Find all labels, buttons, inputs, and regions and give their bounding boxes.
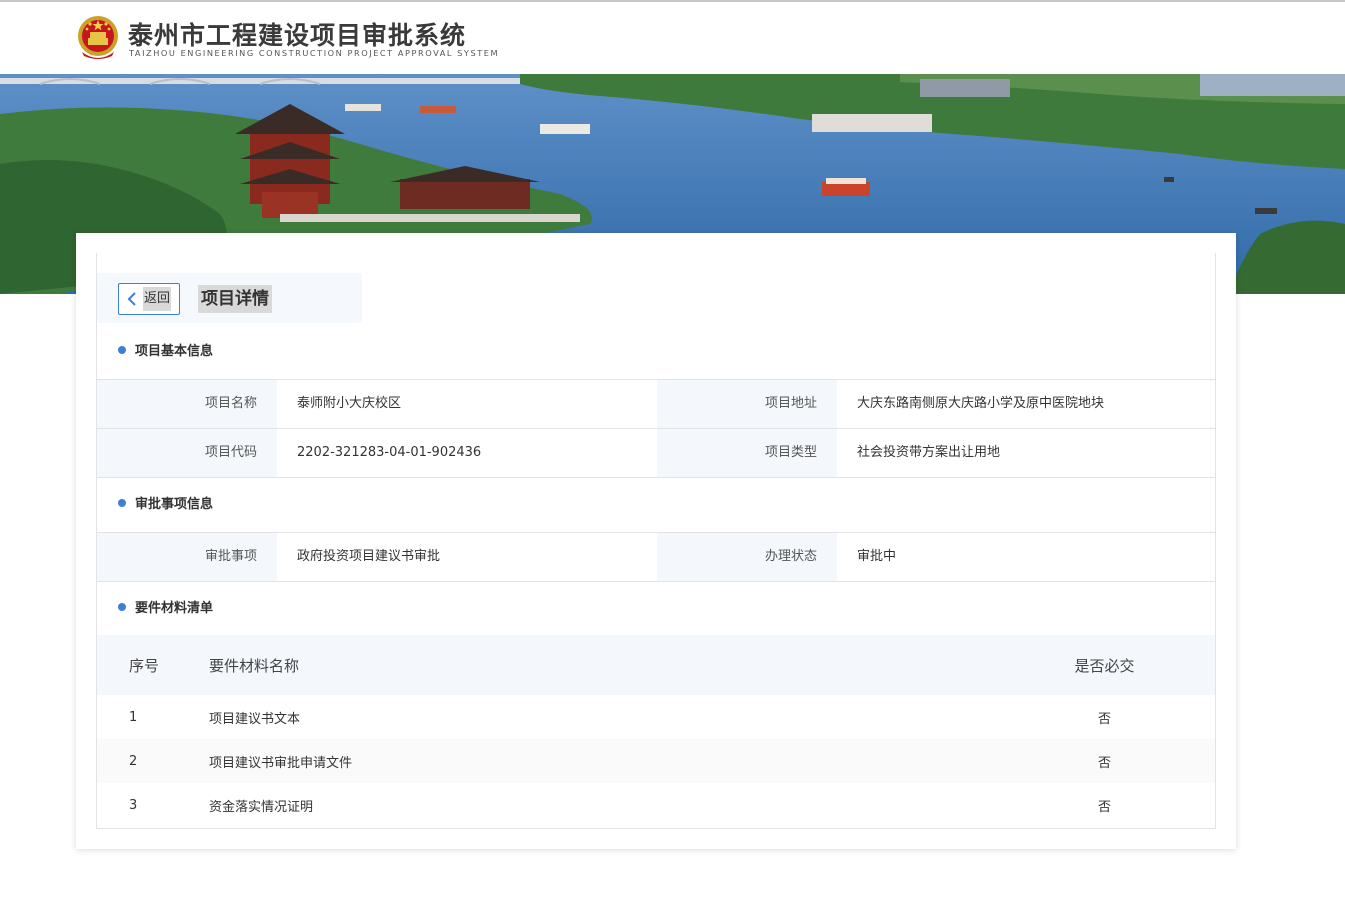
column-header-required: 是否必交 (1074, 656, 1135, 675)
column-header-index: 序号 (129, 656, 160, 675)
project-address-value: 大庆东路南侧原大庆路小学及原中医院地块 (857, 396, 1105, 411)
material-name: 资金落实情况证明 (209, 799, 314, 815)
project-name-value: 泰师附小大庆校区 (297, 396, 402, 411)
site-title: 泰州市工程建设项目审批系统 (128, 21, 467, 50)
project-type-value: 社会投资带方案出让用地 (857, 445, 1001, 460)
page-title: 项目详情 (198, 285, 272, 313)
bullet-dot-icon (118, 603, 126, 611)
material-name: 项目建议书文本 (209, 711, 301, 727)
approval-item-value: 政府投资项目建议书审批 (297, 549, 441, 564)
info-row: 项目代码 2202-321283-04-01-902436 项目类型 社会投资带… (97, 429, 1215, 478)
info-row: 项目名称 泰师附小大庆校区 项目地址 大庆东路南侧原大庆路小学及原中医院地块 (97, 380, 1215, 429)
chevron-left-icon (127, 292, 136, 306)
row-index: 2 (129, 753, 138, 769)
national-emblem-icon (78, 16, 118, 59)
field-label: 项目地址 (657, 380, 837, 428)
required-flag: 否 (1097, 755, 1111, 771)
required-flag: 否 (1097, 711, 1111, 727)
field-label: 项目名称 (97, 380, 277, 428)
detail-panel: 返回 项目详情 项目基本信息 项目名称 泰师附小大庆校区 项目地址 大庆东路南侧… (96, 253, 1216, 829)
table-header: 序号 要件材料名称 是否必交 (97, 635, 1215, 695)
section-basic-info-title: 项目基本信息 (118, 342, 213, 362)
section-approval-info-title: 审批事项信息 (118, 495, 213, 515)
status-badge: 审批中 (857, 549, 897, 564)
section-materials-title: 要件材料清单 (118, 599, 213, 619)
material-name: 项目建议书审批申请文件 (209, 755, 353, 771)
bullet-dot-icon (118, 346, 126, 354)
field-label: 办理状态 (657, 533, 837, 581)
bullet-dot-icon (118, 499, 126, 507)
project-code-value: 2202-321283-04-01-902436 (297, 445, 482, 460)
column-header-name: 要件材料名称 (209, 656, 300, 675)
site-header: 泰州市工程建设项目审批系统 TAIZHOU ENGINEERING CONSTR… (0, 2, 1345, 74)
basic-info-grid: 项目名称 泰师附小大庆校区 项目地址 大庆东路南侧原大庆路小学及原中医院地块 项… (97, 379, 1215, 478)
info-row: 审批事项 政府投资项目建议书审批 办理状态 审批中 (97, 533, 1215, 582)
back-button-label: 返回 (143, 287, 172, 311)
project-detail-card: 返回 项目详情 项目基本信息 项目名称 泰师附小大庆校区 项目地址 大庆东路南侧… (76, 233, 1236, 849)
field-label: 审批事项 (97, 533, 277, 581)
field-label: 项目代码 (97, 429, 277, 477)
site-subtitle: TAIZHOU ENGINEERING CONSTRUCTION PROJECT… (129, 48, 500, 58)
approval-info-grid: 审批事项 政府投资项目建议书审批 办理状态 审批中 (97, 532, 1215, 582)
back-button[interactable]: 返回 (118, 283, 180, 315)
required-flag: 否 (1097, 799, 1111, 815)
materials-table: 序号 要件材料名称 是否必交 1 项目建议书文本 否 2 项目建议书审批申请文件… (97, 635, 1215, 827)
row-index: 1 (129, 709, 138, 725)
row-index: 3 (129, 797, 138, 813)
table-row: 3 资金落实情况证明 否 (97, 783, 1215, 827)
field-label: 项目类型 (657, 429, 837, 477)
table-row: 2 项目建议书审批申请文件 否 (97, 739, 1215, 783)
table-row: 1 项目建议书文本 否 (97, 695, 1215, 739)
